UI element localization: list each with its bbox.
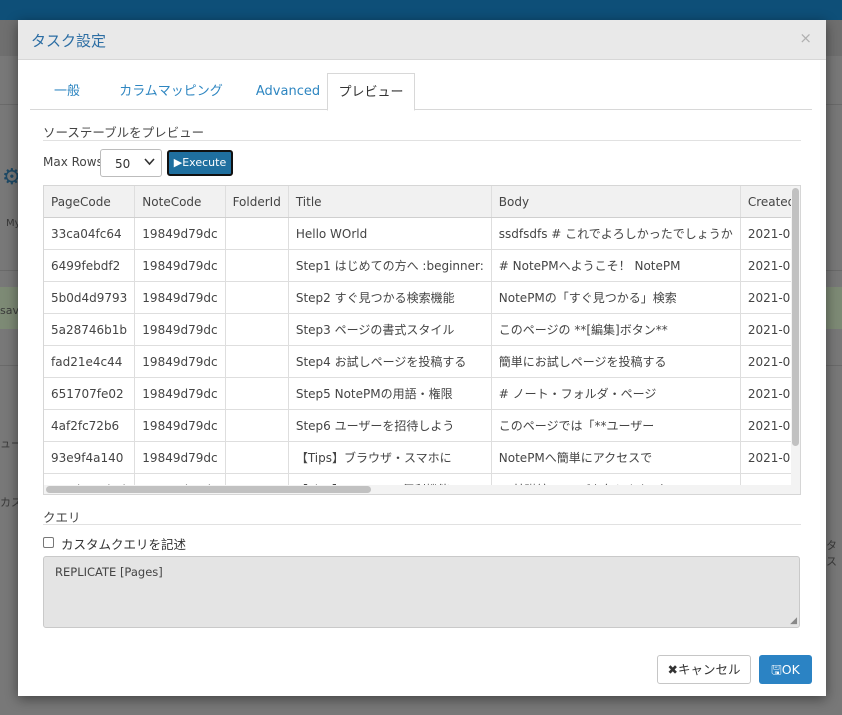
table-cell: ssdfsdfs # これでよろしかったでしょうか [491, 217, 741, 250]
dialog-title: タスク設定 [31, 32, 107, 50]
table-cell: NotePMの「すぐ見つかる」検索 [491, 281, 741, 314]
table-row[interactable]: 93e9f4a140 19849d79dc 【Tips】ブラウザ・スマホに NoteP… [44, 441, 800, 474]
table-cell [225, 217, 289, 250]
preview-grid[interactable]: PageCodeNoteCodeFolderIdTitleBodyCreated… [43, 185, 801, 495]
table-cell: 6499febdf2 [44, 249, 136, 282]
close-icon[interactable]: × [799, 29, 812, 47]
dialog-header: タスク設定 × [18, 20, 826, 60]
table-cell: 5b0d4d9793 [44, 281, 136, 314]
app-topbar [0, 0, 842, 20]
table-cell: Step2 すぐ見つかる検索機能 [288, 281, 492, 314]
cancel-button[interactable]: ✖キャンセル [657, 655, 751, 684]
resize-grip-icon[interactable]: ◢ [790, 616, 797, 626]
preview-table: PageCodeNoteCodeFolderIdTitleBodyCreated… [44, 186, 800, 494]
table-cell: 【Tips】ブラウザ・スマホに [288, 441, 492, 474]
table-row[interactable]: 6499febdf2 19849d79dc Step1 はじめての方へ :begin… [44, 249, 800, 282]
preview-section-title: ソーステーブルをプレビュー [43, 125, 205, 140]
tab-general[interactable]: 一般 [42, 73, 92, 109]
table-cell: 19849d79dc [134, 313, 226, 346]
vertical-scrollbar[interactable] [791, 186, 800, 494]
table-cell: Step4 お試しページを投稿する [288, 345, 492, 378]
table-cell: Step1 はじめての方へ :beginner: [288, 249, 492, 282]
table-cell: 19849d79dc [134, 281, 226, 314]
table-row[interactable]: 5b0d4d9793 19849d79dc Step2 すぐ見つかる検索機能 Note… [44, 281, 800, 314]
custom-query-checkbox[interactable] [43, 537, 54, 548]
table-cell: # ノート・フォルダ・ページ [491, 377, 741, 410]
ok-label: OK [781, 662, 800, 677]
table-row[interactable]: 33ca04fc64 19849d79dc Hello WOrld ssdfsdfs … [44, 217, 800, 250]
custom-query-label[interactable]: カスタムクエリを記述 [61, 534, 186, 553]
table-cell: 19849d79dc [134, 249, 226, 282]
table-cell: 19849d79dc [134, 409, 226, 442]
tab-column-mapping[interactable]: カラムマッピング [116, 73, 226, 109]
column-header[interactable]: Title [288, 186, 492, 218]
table-cell: このページでは「**ユーザー [491, 409, 741, 442]
column-header[interactable]: NoteCode [134, 186, 226, 218]
max-rows-label: Max Rows: [43, 155, 107, 169]
query-text: REPLICATE [Pages] [55, 565, 163, 579]
background-text: タス [826, 539, 837, 568]
table-cell: 93e9f4a140 [44, 441, 136, 474]
table-header-row: PageCodeNoteCodeFolderIdTitleBodyCreated… [44, 186, 800, 218]
table-cell: 5a28746b1b [44, 313, 136, 346]
table-cell: # NotePMへようこそ！ NotePM [491, 249, 741, 282]
divider [43, 140, 801, 141]
scroll-thumb[interactable] [46, 486, 371, 493]
table-cell: 簡単にお試しページを投稿する [491, 345, 741, 378]
table-cell: 19849d79dc [134, 377, 226, 410]
query-textarea[interactable]: REPLICATE [Pages] ◢ [43, 556, 800, 628]
table-cell: Hello WOrld [288, 217, 492, 250]
table-row[interactable]: 5a28746b1b 19849d79dc Step3 ページの書式スタイル このペー… [44, 313, 800, 346]
table-cell [225, 281, 289, 314]
table-cell: Step3 ページの書式スタイル [288, 313, 492, 346]
table-cell: Step5 NotePMの用語・権限 [288, 377, 492, 410]
table-cell: fad21e4c44 [44, 345, 136, 378]
column-header[interactable]: FolderId [225, 186, 289, 218]
column-header[interactable]: Body [491, 186, 741, 218]
tab-preview[interactable]: プレビュー [327, 73, 415, 111]
tab-bar: 一般 カラムマッピング Advanced プレビュー [30, 73, 812, 111]
table-row[interactable]: fad21e4c44 19849d79dc Step4 お試しページを投稿する 簡単に… [44, 345, 800, 378]
table-row[interactable]: 651707fe02 19849d79dc Step5 NotePMの用語・権限 # … [44, 377, 800, 410]
save-icon: 🖫 [771, 662, 782, 677]
table-cell: NotePMへ簡単にアクセスで [491, 441, 741, 474]
table-cell [225, 249, 289, 282]
task-settings-dialog: タスク設定 × 一般 カラムマッピング Advanced プレビュー ソーステー… [18, 20, 826, 696]
table-cell [225, 377, 289, 410]
execute-label: Execute [182, 156, 227, 169]
table-cell [225, 409, 289, 442]
table-cell: 651707fe02 [44, 377, 136, 410]
table-cell: 19849d79dc [134, 441, 226, 474]
scroll-thumb[interactable] [792, 188, 799, 446]
cancel-label: キャンセル [677, 662, 741, 677]
divider [43, 524, 801, 525]
table-cell: 33ca04fc64 [44, 217, 136, 250]
max-rows-select[interactable]: 50 [100, 149, 162, 177]
table-cell [225, 441, 289, 474]
table-cell [225, 313, 289, 346]
table-cell [225, 345, 289, 378]
table-row[interactable]: 4af2fc72b6 19849d79dc Step6 ユーザーを招待しよう このペー… [44, 409, 800, 442]
execute-button[interactable]: ▶Execute [167, 150, 233, 176]
play-icon: ▶ [173, 156, 183, 169]
close-icon: ✖ [667, 662, 678, 677]
chevron-down-icon [144, 155, 155, 172]
table-cell: Step6 ユーザーを招待しよう [288, 409, 492, 442]
table-cell: このページの **[編集]ボタン** [491, 313, 741, 346]
table-cell: 19849d79dc [134, 345, 226, 378]
table-cell: 19849d79dc [134, 217, 226, 250]
table-cell: 4af2fc72b6 [44, 409, 136, 442]
column-header[interactable]: PageCode [44, 186, 136, 218]
ok-button[interactable]: 🖫OK [759, 655, 812, 684]
tab-advanced[interactable]: Advanced [252, 73, 324, 109]
max-rows-value: 50 [115, 157, 131, 171]
horizontal-scrollbar[interactable] [44, 485, 800, 494]
